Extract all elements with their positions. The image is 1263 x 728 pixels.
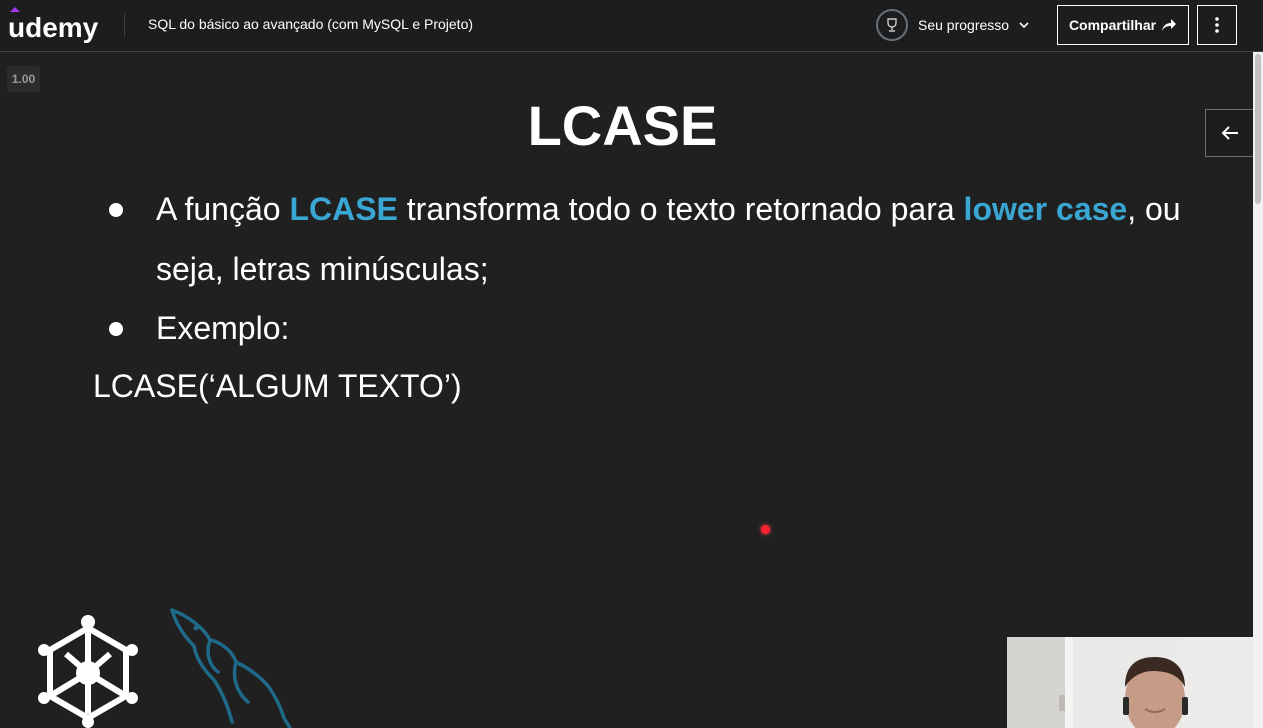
progress-label: Seu progresso <box>918 17 1010 33</box>
arrow-left-icon <box>1221 126 1238 140</box>
playback-speed-badge[interactable]: 1.00 <box>7 66 40 92</box>
slide-title: LCASE <box>527 94 718 157</box>
instructor-video-frame <box>1007 637 1253 728</box>
kebab-menu-icon <box>1215 17 1219 33</box>
chevron-down-icon <box>1019 22 1029 29</box>
more-options-button[interactable] <box>1197 5 1237 45</box>
course-title[interactable]: SQL do básico ao avançado (com MySQL e P… <box>148 16 473 32</box>
top-bar: udemy SQL do básico ao avançado (com MyS… <box>0 0 1263 52</box>
bullet1-suffix: , ou <box>1127 191 1181 227</box>
sidebar-toggle-button[interactable] <box>1205 109 1253 157</box>
cube-network-logo <box>38 615 138 728</box>
bullet1-prefix: A função <box>156 191 290 227</box>
bullet-dot <box>109 203 123 217</box>
mysql-dolphin-logo <box>170 608 292 728</box>
share-button[interactable]: Compartilhar <box>1057 5 1189 45</box>
slide-code-example: LCASE(‘ALGUM TEXTO’) <box>93 368 462 404</box>
trophy-icon <box>876 9 908 41</box>
keyword-lower-case: lower case <box>963 191 1128 227</box>
instructor-webcam <box>1007 637 1253 728</box>
slide-bullet-1-line-2: seja, letras minúsculas; <box>156 251 489 287</box>
slide-bullet-2: Exemplo: <box>156 310 290 346</box>
share-arrow-icon <box>1162 19 1177 31</box>
bullet-dot <box>109 322 123 336</box>
bullet1-middle: transforma todo o texto retornado para <box>397 191 964 227</box>
laser-pointer-dot <box>761 525 770 534</box>
scrollbar-thumb[interactable] <box>1255 54 1261 204</box>
share-label: Compartilhar <box>1068 17 1157 33</box>
slide-bullet-1-line-1: A função LCASE transforma todo o texto r… <box>156 193 1181 225</box>
keyword-lcase: LCASE <box>289 191 398 227</box>
svg-text:udemy: udemy <box>8 12 99 43</box>
scrollbar[interactable] <box>1253 52 1263 728</box>
header-divider <box>124 13 125 37</box>
progress-dropdown[interactable]: Seu progresso <box>876 7 1031 43</box>
udemy-logo[interactable]: udemy <box>8 4 102 44</box>
